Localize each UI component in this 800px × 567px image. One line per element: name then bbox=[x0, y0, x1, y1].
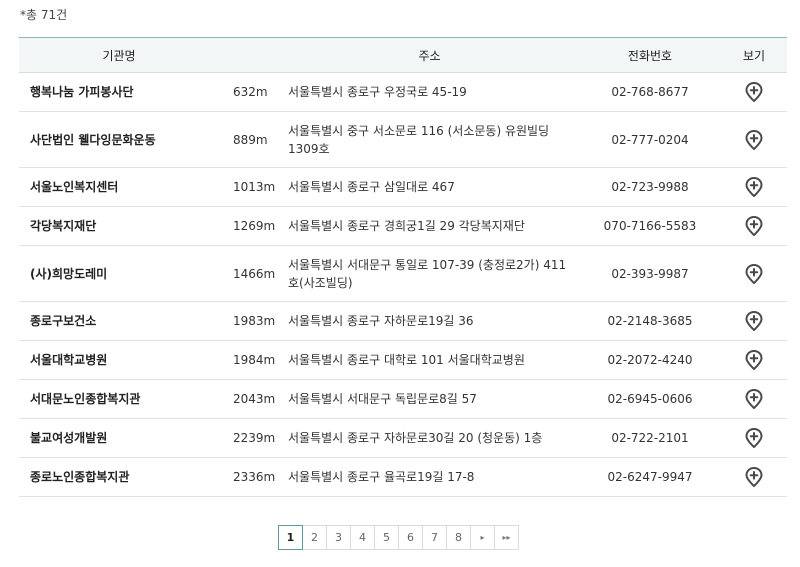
table-row: (사)희망도레미 1466m 서울특별시 서대문구 통일로 107-39 (충정로2… bbox=[19, 246, 787, 302]
view-cell bbox=[721, 458, 787, 497]
phone-number: 02-393-9987 bbox=[611, 266, 689, 281]
header-address-label: 주소 bbox=[418, 48, 441, 63]
facility-name: 종로노인종합복지관 bbox=[30, 470, 130, 484]
table-row: 행복나눔 가피봉사단 632m 서울특별시 종로구 우정국로 45-19 02-768… bbox=[19, 73, 787, 112]
header-phone-label: 전화번호 bbox=[627, 48, 673, 63]
map-pin-plus-icon[interactable] bbox=[745, 129, 763, 150]
phone-number: 02-6247-9947 bbox=[607, 470, 693, 484]
phone-number: 02-777-0204 bbox=[611, 132, 689, 147]
distance: 2043m bbox=[233, 392, 276, 406]
address: 서울특별시 서대문구 독립문로8길 57 bbox=[288, 392, 477, 406]
phone-number: 02-2072-4240 bbox=[607, 353, 693, 367]
pagination: 1 2 3 4 5 6 7 8 ▸ ▸▸ bbox=[278, 525, 519, 550]
page-button-2[interactable]: 2 bbox=[302, 525, 327, 550]
map-pin-plus-icon[interactable] bbox=[745, 388, 763, 410]
facility-name: (사)희망도레미 bbox=[30, 266, 108, 281]
map-pin-plus-icon[interactable] bbox=[745, 81, 763, 103]
page-button-6[interactable]: 6 bbox=[398, 525, 423, 550]
map-pin-plus-icon[interactable] bbox=[745, 263, 763, 284]
header-name-label: 기관명 bbox=[102, 48, 136, 63]
view-cell bbox=[721, 419, 787, 458]
map-pin-plus-icon[interactable] bbox=[745, 215, 763, 237]
table-row: 각당복지재단 1269m 서울특별시 종로구 경희궁1길 29 각당복지재단 070-… bbox=[19, 207, 787, 246]
view-cell bbox=[721, 73, 787, 112]
facility-name: 사단법인 웰다잉문화운동 bbox=[30, 132, 156, 147]
view-cell bbox=[721, 341, 787, 380]
view-cell bbox=[721, 112, 787, 168]
header-name: 기관명 bbox=[19, 38, 219, 73]
header-view-label: 보기 bbox=[742, 48, 766, 63]
address: 서울특별시 종로구 경희궁1길 29 각당복지재단 bbox=[288, 219, 525, 233]
table-row: 서울대학교병원 1984m 서울특별시 종로구 대학로 101 서울대학교병원 02-… bbox=[19, 341, 787, 380]
facility-name: 서울대학교병원 bbox=[30, 353, 108, 367]
distance: 1983m bbox=[233, 314, 276, 328]
address: 서울특별시 서대문구 통일로 107-39 (충정로2가) 411호(사조빌딩) bbox=[288, 257, 567, 290]
facility-name: 불교여성개발원 bbox=[30, 431, 108, 445]
last-page-button[interactable]: ▸▸ bbox=[494, 525, 519, 550]
table-row: 서울노인복지센터 1013m 서울특별시 종로구 삼일대로 467 02-723-99… bbox=[19, 168, 787, 207]
map-pin-plus-icon[interactable] bbox=[745, 176, 763, 198]
distance: 2239m bbox=[233, 431, 276, 445]
distance: 889m bbox=[233, 132, 268, 147]
header-view: 보기 bbox=[721, 38, 787, 73]
facility-name: 종로구보건소 bbox=[30, 314, 97, 328]
address: 서울특별시 종로구 삼일대로 467 bbox=[288, 180, 455, 194]
distance: 2336m bbox=[233, 470, 276, 484]
address: 서울특별시 종로구 대학로 101 서울대학교병원 bbox=[288, 353, 525, 367]
page-button-4[interactable]: 4 bbox=[350, 525, 375, 550]
facility-name: 행복나눔 가피봉사단 bbox=[30, 85, 134, 99]
table-row: 사단법인 웰다잉문화운동 889m 서울특별시 중구 서소문로 116 (서소문동)… bbox=[19, 112, 787, 168]
phone-number: 02-722-2101 bbox=[611, 431, 689, 445]
next-page-button[interactable]: ▸ bbox=[470, 525, 495, 550]
page-button-1[interactable]: 1 bbox=[278, 525, 303, 550]
header-distance bbox=[219, 38, 281, 73]
distance: 632m bbox=[233, 85, 268, 99]
total-count: *총 71건 bbox=[20, 8, 68, 22]
map-pin-plus-icon[interactable] bbox=[745, 349, 763, 371]
phone-number: 02-768-8677 bbox=[611, 85, 689, 99]
view-cell bbox=[721, 380, 787, 419]
page-button-8[interactable]: 8 bbox=[446, 525, 471, 550]
view-cell bbox=[721, 207, 787, 246]
map-pin-plus-icon[interactable] bbox=[745, 310, 763, 332]
page-button-7[interactable]: 7 bbox=[422, 525, 447, 550]
address: 서울특별시 종로구 자하문로19길 36 bbox=[288, 314, 474, 328]
view-cell bbox=[721, 302, 787, 341]
address: 서울특별시 종로구 율곡로19길 17-8 bbox=[288, 470, 475, 484]
facility-name: 서울노인복지센터 bbox=[30, 180, 119, 194]
page-button-3[interactable]: 3 bbox=[326, 525, 351, 550]
phone-number: 02-723-9988 bbox=[611, 180, 689, 194]
phone-number: 02-2148-3685 bbox=[607, 314, 693, 328]
address: 서울특별시 중구 서소문로 116 (서소문동) 유원빌딩 1309호 bbox=[288, 123, 550, 156]
facility-name: 서대문노인종합복지관 bbox=[30, 392, 141, 406]
map-pin-plus-icon[interactable] bbox=[745, 466, 763, 488]
distance: 1269m bbox=[233, 219, 276, 233]
address: 서울특별시 종로구 우정국로 45-19 bbox=[288, 85, 467, 99]
phone-number: 070-7166-5583 bbox=[603, 219, 697, 233]
table-row: 불교여성개발원 2239m 서울특별시 종로구 자하문로30길 20 (청운동) 1… bbox=[19, 419, 787, 458]
address: 서울특별시 종로구 자하문로30길 20 (청운동) 1층 bbox=[288, 431, 543, 445]
map-pin-plus-icon[interactable] bbox=[745, 427, 763, 449]
view-cell bbox=[721, 168, 787, 207]
page-button-5[interactable]: 5 bbox=[374, 525, 399, 550]
table-row: 서대문노인종합복지관 2043m 서울특별시 서대문구 독립문로8길 57 02-69… bbox=[19, 380, 787, 419]
header-address: 주소 bbox=[281, 38, 579, 73]
table-row: 종로구보건소 1983m 서울특별시 종로구 자하문로19길 36 02-2148-3… bbox=[19, 302, 787, 341]
table-row: 종로노인종합복지관 2336m 서울특별시 종로구 율곡로19길 17-8 02-62… bbox=[19, 458, 787, 497]
distance: 1984m bbox=[233, 353, 276, 367]
distance: 1013m bbox=[233, 180, 276, 194]
view-cell bbox=[721, 246, 787, 302]
table-header-row: 기관명 주소 전화번호 보기 bbox=[19, 37, 787, 73]
phone-number: 02-6945-0606 bbox=[607, 392, 693, 406]
facility-name: 각당복지재단 bbox=[30, 219, 97, 233]
header-phone: 전화번호 bbox=[579, 38, 721, 73]
distance: 1466m bbox=[233, 266, 276, 281]
results-table: 기관명 주소 전화번호 보기 행복나눔 가피봉사단 632m 서울특별시 종로구 우… bbox=[19, 37, 787, 497]
